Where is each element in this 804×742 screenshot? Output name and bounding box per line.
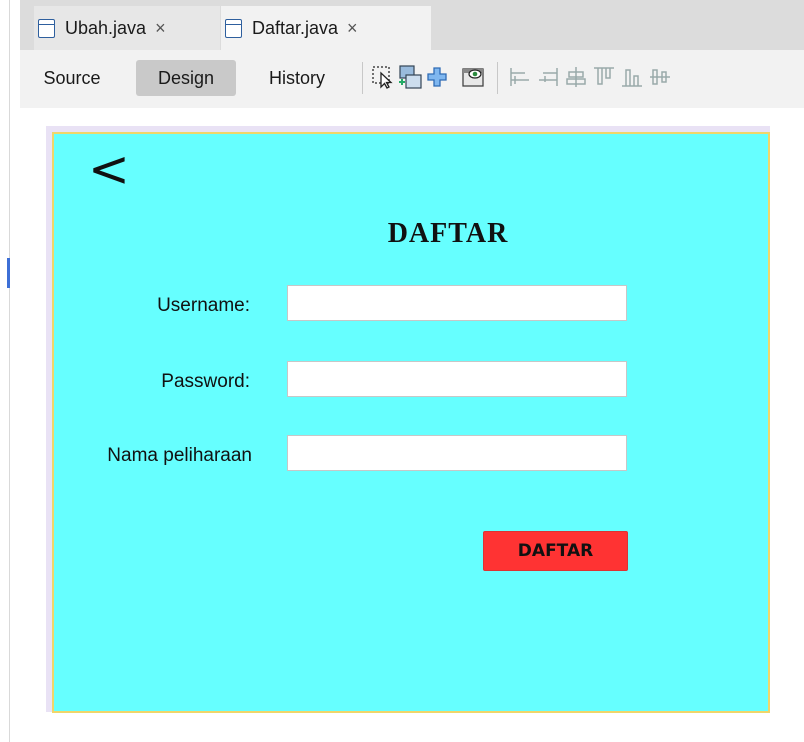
java-file-icon xyxy=(38,18,55,38)
form-title: DAFTAR xyxy=(387,218,509,249)
connection-mode-icon[interactable] xyxy=(397,64,423,90)
toolbar-separator xyxy=(362,62,363,94)
preview-design-icon[interactable] xyxy=(460,64,486,90)
pet-name-field[interactable] xyxy=(287,435,627,471)
editor-gutter xyxy=(0,0,10,742)
add-component-icon[interactable] xyxy=(424,64,450,90)
password-field[interactable] xyxy=(287,361,627,397)
daftar-form-panel[interactable]: < DAFTAR Username: Password: Nama peliha… xyxy=(52,132,770,713)
gutter-marker xyxy=(7,258,10,288)
java-file-icon xyxy=(225,18,242,38)
username-field[interactable] xyxy=(287,285,627,321)
close-icon[interactable]: × xyxy=(347,18,358,39)
close-icon[interactable]: × xyxy=(155,18,166,39)
pet-name-label: Nama peliharaan xyxy=(107,445,252,466)
tab-label: Ubah.java xyxy=(65,17,147,38)
align-right-icon[interactable] xyxy=(535,64,561,90)
tab-ubah-java[interactable]: Ubah.java × xyxy=(34,6,220,50)
password-label: Password: xyxy=(161,371,250,392)
align-left-icon[interactable] xyxy=(507,64,533,90)
username-label: Username: xyxy=(157,295,250,316)
center-horizontal-icon[interactable] xyxy=(563,64,589,90)
align-top-icon[interactable] xyxy=(591,64,617,90)
history-view-button[interactable]: History xyxy=(250,60,344,96)
selection-mode-icon[interactable] xyxy=(370,64,396,90)
design-view-button[interactable]: Design xyxy=(136,60,236,96)
tab-daftar-java[interactable]: Daftar.java × xyxy=(221,6,431,50)
back-button[interactable]: < xyxy=(88,139,130,199)
daftar-submit-button[interactable]: DAFTAR xyxy=(483,531,628,571)
editor-toolbar: Source Design History xyxy=(20,50,804,109)
center-vertical-icon[interactable] xyxy=(647,64,673,90)
align-bottom-icon[interactable] xyxy=(619,64,645,90)
editor-tab-bar: Ubah.java × Daftar.java × xyxy=(20,0,804,50)
tab-label: Daftar.java xyxy=(252,17,339,38)
design-canvas: < DAFTAR Username: Password: Nama peliha… xyxy=(20,108,804,742)
source-view-button[interactable]: Source xyxy=(30,60,114,96)
toolbar-separator xyxy=(497,62,498,94)
